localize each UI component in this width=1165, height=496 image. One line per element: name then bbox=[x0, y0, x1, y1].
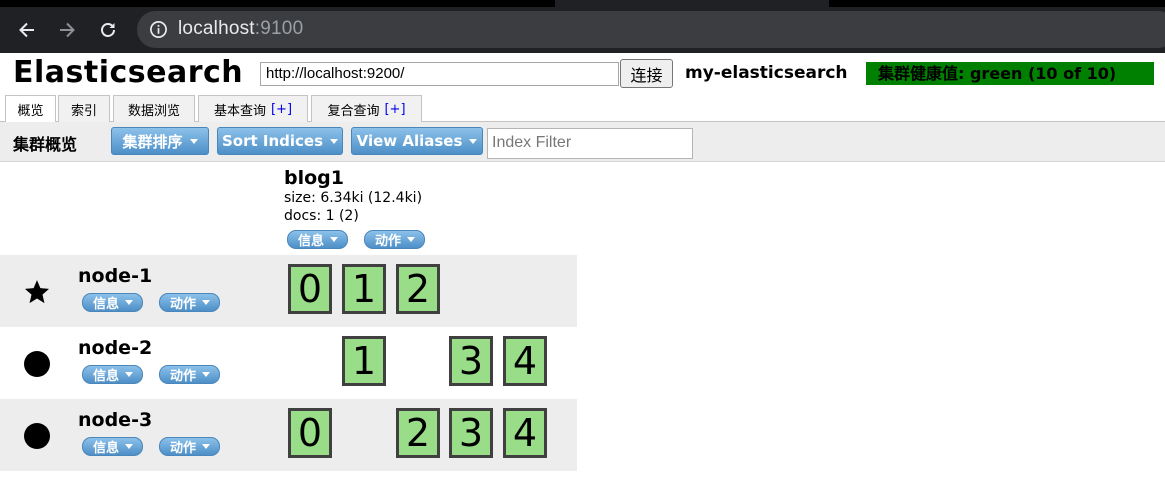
connect-button[interactable]: 连接 bbox=[620, 59, 673, 88]
tab-strip bbox=[0, 0, 555, 7]
app-title: Elasticsearch bbox=[13, 55, 244, 90]
node-action-button[interactable]: 动作 bbox=[159, 365, 221, 384]
shard-box[interactable]: 0 bbox=[288, 264, 332, 314]
shard-box[interactable]: 1 bbox=[342, 264, 386, 314]
tab-plus[interactable]: [+] bbox=[271, 102, 292, 117]
node-action-button[interactable]: 动作 bbox=[159, 437, 221, 456]
chevron-down-icon bbox=[125, 444, 134, 449]
node-info-button[interactable]: 信息 bbox=[82, 293, 144, 312]
overview-toolbar: 集群概览 集群排序 Sort Indices View Aliases Inde… bbox=[0, 122, 1165, 162]
cluster-health-badge: 集群健康值: green (10 of 10) bbox=[866, 62, 1154, 85]
chevron-down-icon bbox=[202, 300, 211, 305]
node-action-button[interactable]: 动作 bbox=[159, 293, 221, 312]
button-label: 动作 bbox=[170, 441, 197, 456]
button-label: View Aliases bbox=[356, 132, 463, 150]
shard-box[interactable]: 2 bbox=[396, 264, 440, 314]
shard-box[interactable]: 3 bbox=[449, 336, 493, 386]
shard-box[interactable]: 4 bbox=[503, 336, 547, 386]
button-label: 集群排序 bbox=[122, 132, 183, 151]
node-row: node-2 信息 动作 1 3 4 bbox=[0, 327, 577, 399]
connection-url-input[interactable]: http://localhost:9200/ bbox=[260, 62, 619, 86]
chevron-down-icon bbox=[330, 237, 339, 242]
node-name: node-1 bbox=[78, 265, 153, 287]
button-label: 信息 bbox=[93, 297, 120, 312]
tab-overview[interactable]: 概览 bbox=[5, 95, 56, 123]
node-info-button[interactable]: 信息 bbox=[82, 365, 144, 384]
tab-basic-query[interactable]: 基本查询 [+] bbox=[198, 95, 308, 122]
cluster-name: my-elasticsearch bbox=[685, 63, 848, 83]
chevron-down-icon bbox=[407, 237, 416, 242]
button-label: 信息 bbox=[93, 441, 120, 456]
tab-label: 概览 bbox=[17, 104, 44, 119]
sort-indices-button[interactable]: Sort Indices bbox=[217, 127, 343, 155]
button-label: Sort Indices bbox=[221, 132, 324, 150]
tab-label: 索引 bbox=[70, 103, 97, 119]
chevron-down-icon bbox=[189, 138, 198, 144]
index-docs: docs: 1 (2) bbox=[284, 208, 359, 224]
shard-box[interactable]: 2 bbox=[396, 408, 440, 458]
index-info-button[interactable]: 信息 bbox=[287, 230, 349, 249]
back-icon[interactable] bbox=[11, 14, 43, 46]
view-aliases-button[interactable]: View Aliases bbox=[351, 127, 483, 155]
tab-label: 数据浏览 bbox=[127, 103, 180, 119]
tab-structured-query[interactable]: 复合查询 [+] bbox=[311, 95, 422, 122]
node-row: node-3 信息 动作 0 2 3 4 bbox=[0, 399, 577, 471]
shard-box[interactable]: 3 bbox=[449, 408, 493, 458]
tab-label: 基本查询 bbox=[213, 103, 266, 119]
button-label: 信息 bbox=[93, 369, 120, 384]
button-label: 动作 bbox=[170, 369, 197, 384]
index-filter-input[interactable]: Index Filter bbox=[487, 128, 693, 159]
reload-icon[interactable] bbox=[92, 14, 124, 46]
main-tabs: 概览 索引 数据浏览 基本查询 [+] 复合查询 [+] bbox=[0, 95, 1165, 123]
browser-toolbar: localhost:9100 bbox=[0, 0, 1165, 53]
index-action-button[interactable]: 动作 bbox=[364, 230, 426, 249]
circle-icon bbox=[22, 421, 52, 451]
star-icon bbox=[22, 277, 52, 307]
tab-plus[interactable]: [+] bbox=[384, 102, 405, 117]
chevron-down-icon bbox=[125, 300, 134, 305]
node-name: node-2 bbox=[78, 337, 153, 359]
info-icon[interactable] bbox=[149, 20, 168, 39]
address-bar[interactable]: localhost:9100 bbox=[137, 11, 1165, 48]
chevron-down-icon bbox=[469, 138, 478, 144]
chevron-down-icon bbox=[202, 372, 211, 377]
shard-box[interactable]: 4 bbox=[503, 408, 547, 458]
shard-box[interactable]: 1 bbox=[342, 336, 386, 386]
chevron-down-icon bbox=[330, 138, 339, 144]
forward-icon[interactable] bbox=[51, 14, 83, 46]
tab-strip bbox=[829, 0, 1165, 7]
overview-label: 集群概览 bbox=[13, 135, 78, 154]
tab-browser[interactable]: 数据浏览 bbox=[113, 95, 195, 122]
button-label: 动作 bbox=[375, 234, 402, 249]
chevron-down-icon bbox=[202, 444, 211, 449]
button-label: 动作 bbox=[170, 297, 197, 312]
url-text: localhost:9100 bbox=[178, 18, 304, 39]
circle-icon bbox=[22, 349, 52, 379]
node-name: node-3 bbox=[78, 409, 153, 431]
chevron-down-icon bbox=[125, 372, 134, 377]
index-size: size: 6.34ki (12.4ki) bbox=[284, 190, 423, 206]
node-row: node-1 信息 动作 0 1 2 bbox=[0, 255, 577, 327]
button-label: 信息 bbox=[298, 234, 325, 249]
sort-cluster-button[interactable]: 集群排序 bbox=[111, 127, 209, 155]
shard-box[interactable]: 0 bbox=[288, 408, 332, 458]
tab-indices[interactable]: 索引 bbox=[58, 95, 110, 122]
index-name: blog1 bbox=[284, 167, 344, 189]
node-info-button[interactable]: 信息 bbox=[82, 437, 144, 456]
tab-label: 复合查询 bbox=[327, 103, 380, 119]
